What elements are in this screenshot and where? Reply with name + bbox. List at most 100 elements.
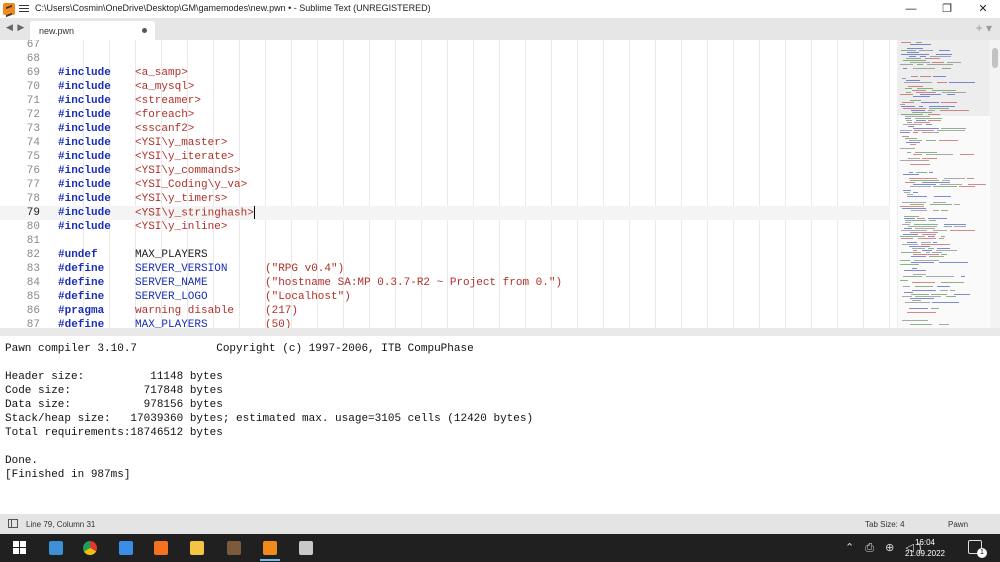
minimize-button[interactable]: —: [896, 1, 926, 17]
code-line[interactable]: 68: [0, 52, 890, 66]
preprocessor-keyword: #include: [58, 151, 111, 163]
panel-toggle-icon[interactable]: [8, 519, 18, 528]
tab-new-pwn[interactable]: new.pwn: [30, 21, 155, 40]
minimap-line: [900, 160, 929, 161]
code-line[interactable]: 85 #define SERVER_LOGO ("Localhost"): [0, 290, 890, 304]
code-line[interactable]: 67: [0, 40, 890, 52]
minimap-line: [915, 228, 935, 229]
directive-argument-text: <YSI\y_iterate>: [135, 151, 235, 163]
notifications-icon[interactable]: 1: [968, 540, 987, 558]
panel-divider[interactable]: [0, 328, 1000, 336]
taskbar-app-sublime-text[interactable]: [256, 538, 284, 561]
line-number: 87: [26, 319, 40, 328]
vertical-scrollbar[interactable]: [990, 40, 1000, 328]
directive-argument: MAX_PLAYERS: [135, 248, 208, 262]
code-line[interactable]: 86 #pragma warning disable (217): [0, 304, 890, 318]
minimap-line: [909, 140, 922, 141]
minimap-line: [940, 110, 969, 111]
taskbar-app-store[interactable]: [112, 538, 140, 558]
code-line[interactable]: 87 #define MAX_PLAYERS (50): [0, 318, 890, 328]
clock[interactable]: 16:04 21.09.2022: [903, 537, 947, 559]
code-line[interactable]: 84 #define SERVER_NAME ("hostname SA:MP 0.3…: [0, 276, 890, 290]
minimap-line: [967, 178, 974, 179]
minimap-line: [934, 196, 951, 197]
minimap-line: [903, 108, 926, 109]
minimap-line: [910, 186, 931, 187]
code-line[interactable]: 69 #include <a_samp>: [0, 66, 890, 80]
code-line[interactable]: 81: [0, 234, 890, 248]
directive-value: (217): [265, 305, 299, 317]
minimap-line: [941, 128, 966, 129]
code-line[interactable]: 75 #include <YSI\y_iterate>: [0, 150, 890, 164]
minimap-line: [907, 52, 919, 53]
tab-menu-icon[interactable]: ▾: [986, 21, 992, 35]
minimap-line: [905, 118, 911, 119]
taskbar-app-file-explorer-alt[interactable]: [42, 538, 70, 558]
minimap-line: [900, 132, 910, 133]
minimap-line: [901, 238, 913, 239]
hamburger-menu-icon[interactable]: [19, 3, 29, 15]
minimap-line: [913, 132, 918, 133]
minimap-line: [901, 106, 915, 107]
code-line[interactable]: 78 #include <YSI\y_timers>: [0, 192, 890, 206]
taskbar-app-samp[interactable]: [292, 538, 320, 558]
notification-count: 1: [977, 548, 987, 558]
code-line[interactable]: 80 #include <YSI\y_inline>: [0, 220, 890, 234]
code-line[interactable]: 83 #define SERVER_VERSION ("RPG v0.4"): [0, 262, 890, 276]
minimap-line: [917, 218, 925, 219]
unsaved-dot-icon[interactable]: [142, 28, 147, 33]
code-line[interactable]: 73 #include <sscanf2>: [0, 122, 890, 136]
directive-argument-text: SERVER_VERSION: [135, 263, 228, 275]
taskbar-app-xampp[interactable]: [147, 538, 175, 558]
code-line[interactable]: 82 #undef MAX_PLAYERS: [0, 248, 890, 262]
code-area[interactable]: 67 68 69 #include <a_samp> 70 #include <a_mysql…: [0, 40, 898, 328]
minimap-line: [902, 296, 912, 297]
line-number: 85: [26, 291, 40, 303]
minimap-line: [954, 294, 970, 295]
line-number: 84: [26, 277, 40, 289]
code-line[interactable]: 70 #include <a_mysql>: [0, 80, 890, 94]
tab-bar: ◀ ▶ new.pwn + ▾: [0, 18, 1000, 40]
minimap[interactable]: [897, 40, 990, 328]
code-line[interactable]: 79 #include <YSI\y_stringhash>: [0, 206, 890, 220]
minimap-line: [928, 114, 940, 115]
scrollbar-thumb[interactable]: [992, 48, 998, 68]
cursor-position[interactable]: Line 79, Column 31: [26, 520, 95, 529]
minimap-line: [903, 190, 911, 191]
minimap-line: [926, 252, 930, 253]
close-button[interactable]: ✕: [968, 1, 998, 17]
minimap-line: [905, 138, 917, 139]
minimap-line: [904, 292, 913, 293]
xampp-icon: [154, 541, 168, 555]
code-line[interactable]: 74 #include <YSI\y_master>: [0, 136, 890, 150]
taskbar-app-game[interactable]: [220, 538, 248, 558]
store-icon: [119, 541, 133, 555]
code-line[interactable]: 77 #include <YSI_Coding\y_va>: [0, 178, 890, 192]
minimap-line: [913, 68, 935, 69]
directive-argument: SERVER_NAME: [135, 276, 208, 290]
syntax-selector[interactable]: Pawn: [948, 520, 968, 529]
code-line[interactable]: 72 #include <foreach>: [0, 108, 890, 122]
minimap-line: [910, 144, 916, 145]
minimap-line: [916, 172, 927, 173]
output-line: Header size: 11148 bytes: [5, 371, 223, 383]
tab-size[interactable]: Tab Size: 4: [865, 520, 905, 529]
maximize-button[interactable]: ❐: [932, 1, 962, 17]
code-line[interactable]: 76 #include <YSI\y_commands>: [0, 164, 890, 178]
code-line[interactable]: 71 #include <streamer>: [0, 94, 890, 108]
file-explorer-alt-icon: [49, 541, 63, 555]
start-button[interactable]: [6, 538, 34, 558]
minimap-line: [907, 242, 917, 243]
minimap-line: [912, 90, 926, 91]
minimap-line: [939, 238, 944, 239]
taskbar-app-file-explorer[interactable]: [183, 538, 211, 558]
code-editor[interactable]: 67 68 69 #include <a_samp> 70 #include <a_mysql…: [0, 40, 1000, 328]
preprocessor-keyword: #undef: [58, 249, 98, 261]
taskbar-app-chrome[interactable]: [76, 538, 104, 558]
directive-argument: <YSI\y_inline>: [135, 220, 227, 234]
directive-argument-text: <foreach>: [135, 109, 195, 121]
add-tab-icon[interactable]: +: [976, 21, 983, 35]
minimap-line: [909, 308, 928, 309]
tab-navigation-arrows-icon[interactable]: ◀ ▶: [6, 22, 25, 33]
minimap-line: [901, 230, 927, 231]
